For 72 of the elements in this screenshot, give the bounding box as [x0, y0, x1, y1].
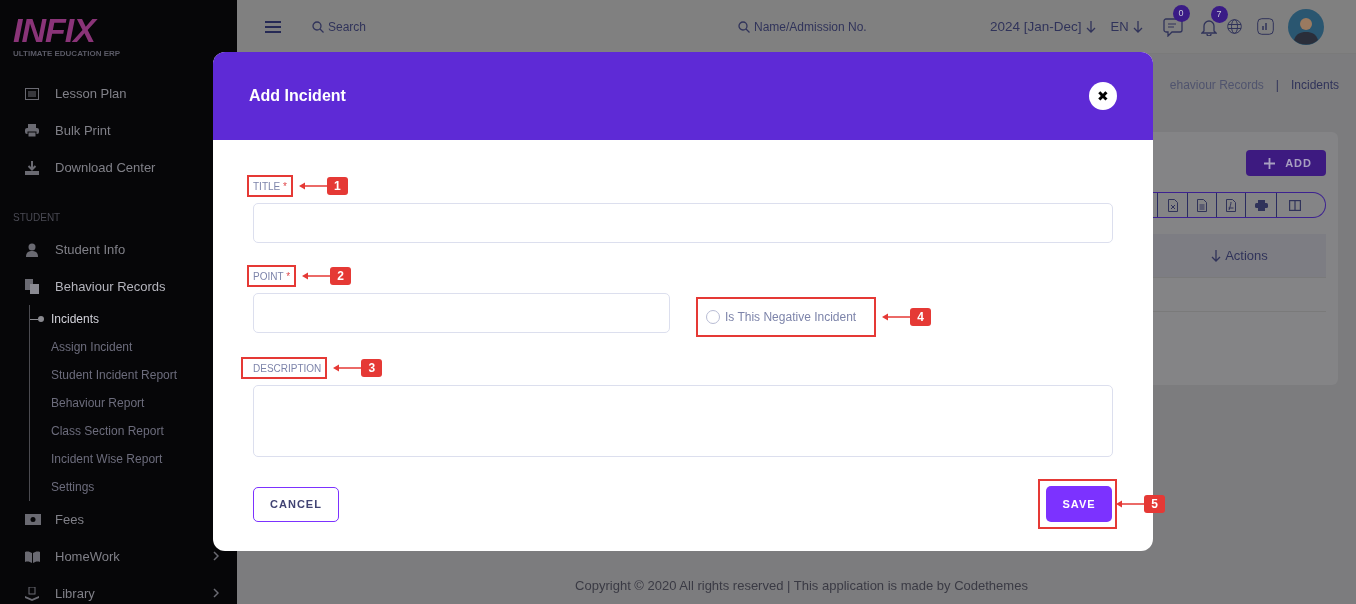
person-icon	[25, 242, 39, 257]
bell-icon[interactable]	[1200, 17, 1217, 36]
session-selector[interactable]: 2024 [Jan-Dec]	[990, 19, 1082, 34]
search-icon	[312, 20, 324, 33]
submenu-item[interactable]: Incident Wise Report	[30, 445, 163, 473]
arrow-down-icon	[1132, 20, 1143, 33]
callout-badge: 5	[1144, 495, 1165, 513]
callout-arrow	[882, 313, 910, 321]
close-button[interactable]: ✖	[1089, 82, 1117, 110]
search-field[interactable]: Search	[328, 19, 708, 34]
print-icon	[25, 124, 39, 137]
section-heading: STUDENT	[12, 211, 62, 225]
callout-arrow	[298, 182, 327, 190]
input-field[interactable]	[253, 293, 670, 333]
field-label: TITLE *	[253, 180, 287, 192]
breadcrumb-link[interactable]: Incidents	[1290, 78, 1339, 92]
menu-item[interactable]: Behaviour Records	[55, 279, 166, 294]
monitor-icon	[25, 87, 39, 100]
callout-badge: 3	[361, 359, 383, 377]
add-button[interactable]: ADD	[1246, 150, 1326, 176]
callout-badge: 2	[330, 267, 352, 285]
cancel-button[interactable]: CANCEL	[253, 486, 339, 522]
arrow-down-icon	[1085, 20, 1096, 33]
arrow-down-icon	[1211, 249, 1222, 262]
print-icon	[1254, 199, 1268, 211]
file-icon	[1226, 198, 1236, 212]
avatar[interactable]	[1287, 8, 1324, 45]
radio-option[interactable]: Is This Negative Incident	[706, 310, 857, 324]
menu-item[interactable]: Fees	[55, 512, 84, 527]
chart-icon[interactable]	[1256, 18, 1274, 35]
modal-title: Add Incident	[249, 87, 346, 105]
callout-arrow	[333, 364, 362, 372]
menu-item[interactable]: Student Info	[55, 242, 126, 257]
chat-icon[interactable]	[1162, 16, 1183, 37]
menu-icon[interactable]	[265, 20, 281, 33]
menu-item[interactable]: Bulk Print	[55, 123, 111, 138]
callout-badge: 1	[326, 177, 348, 195]
submenu-item[interactable]: Behaviour Report	[30, 389, 145, 417]
submenu-item[interactable]: Class Section Report	[30, 417, 164, 445]
language-selector[interactable]: EN	[1110, 19, 1129, 34]
columns-icon	[1289, 199, 1301, 211]
submenu-item[interactable]: Assign Incident	[30, 333, 133, 361]
menu-item[interactable]: Library	[55, 586, 95, 601]
input-field[interactable]	[253, 203, 1113, 243]
field-label: DESCRIPTION	[253, 362, 322, 374]
submenu-item[interactable]: Student Incident Report	[30, 361, 178, 389]
menu-item[interactable]: Lesson Plan	[55, 86, 127, 101]
submenu-item[interactable]: Incidents	[30, 305, 100, 333]
count-badge: 0	[1172, 4, 1190, 22]
reading-icon	[25, 586, 39, 601]
document-icon	[1197, 198, 1207, 212]
menu-item[interactable]: Download Center	[55, 160, 156, 175]
menu-item[interactable]: HomeWork	[55, 549, 120, 564]
logo-tagline: ULTIMATE EDUCATION ERP	[13, 49, 121, 58]
search-icon	[738, 20, 750, 33]
callout-badge: 4	[910, 308, 931, 326]
banknote-icon	[25, 514, 41, 525]
download-icon	[25, 160, 39, 175]
field-label: POINT *	[253, 270, 291, 282]
submenu-item[interactable]: Settings	[30, 473, 95, 501]
plus-icon	[1264, 157, 1276, 169]
callout-arrow	[302, 272, 331, 280]
breadcrumb-separator: |	[1275, 78, 1279, 92]
footer-text: Copyright © 2020 All rights reserved | This application is made by Codethemes	[574, 578, 1029, 595]
save-button[interactable]: SAVE	[1046, 486, 1112, 522]
spreadsheet-icon	[1167, 198, 1178, 212]
search-field[interactable]: Name/Admission No.	[754, 19, 954, 34]
column-header[interactable]: Actions	[1153, 234, 1326, 277]
count-badge: 7	[1210, 5, 1228, 23]
files-icon	[25, 279, 39, 294]
globe-icon[interactable]	[1226, 19, 1242, 34]
book-icon	[25, 550, 40, 563]
